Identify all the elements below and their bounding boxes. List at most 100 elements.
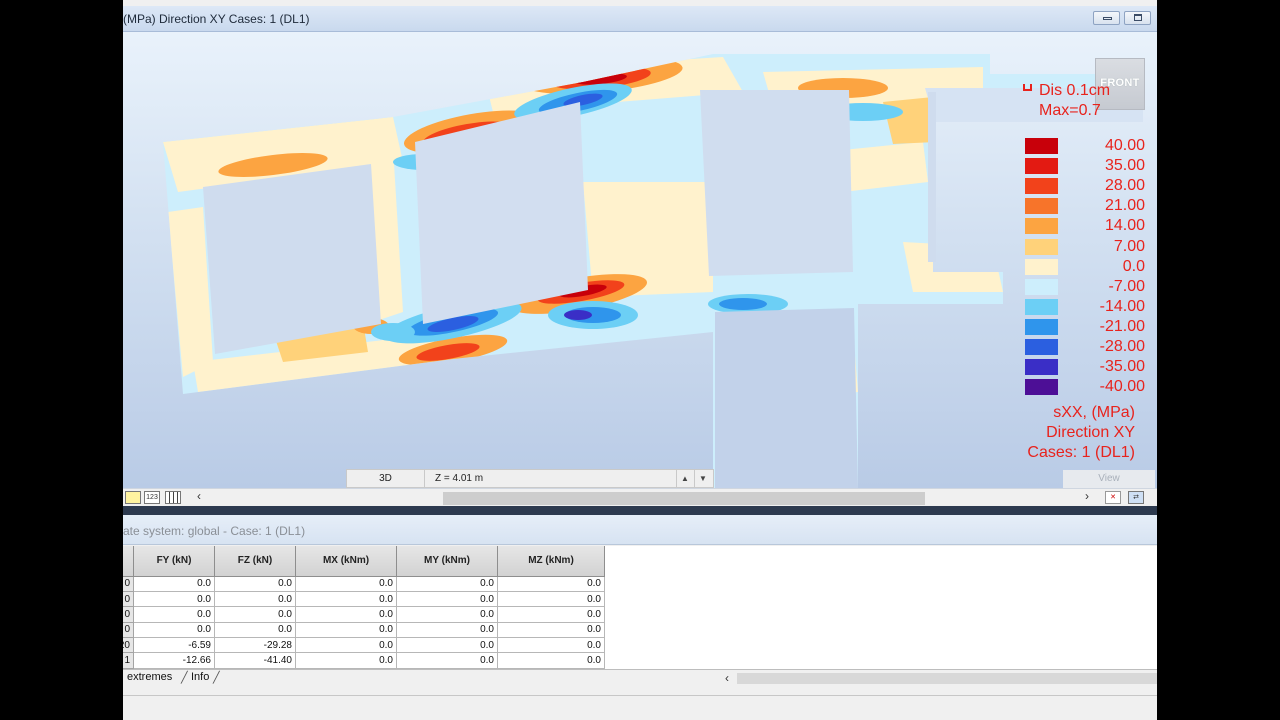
minimize-button[interactable]: [1093, 11, 1120, 25]
link-icon[interactable]: ⇄: [1128, 491, 1144, 504]
opening-3: [700, 90, 853, 276]
column-header[interactable]: MZ (kNm): [497, 546, 605, 577]
table-cell[interactable]: 0.0: [396, 575, 498, 592]
table-cell[interactable]: 0.0: [295, 621, 397, 639]
results-table: FY (kN) FZ (kN) MX (kNm) MY (kNm) MZ (kN…: [123, 546, 605, 669]
viewport-toolbar: 123 ‹ › ✕ ⇄: [123, 488, 1157, 506]
view-title: (MPa) Direction XY Cases: 1 (DL1): [123, 12, 310, 26]
column-header[interactable]: MX (kNm): [295, 546, 397, 577]
legend-value: -40.00: [1099, 378, 1145, 396]
table-cell[interactable]: 0.0: [396, 652, 498, 669]
table-row[interactable]: 0 0.0 0.0 0.0 0.0 0.0: [123, 621, 605, 639]
table-cell[interactable]: 0.0: [133, 590, 215, 608]
row-number: 0: [123, 575, 134, 592]
opening-1: [203, 164, 381, 354]
legend-caption-quantity: sXX, (MPa): [1053, 404, 1135, 421]
table-cell[interactable]: 0.0: [396, 606, 498, 623]
table-cell[interactable]: 0.0: [497, 590, 605, 608]
row-number: 0: [123, 606, 134, 623]
table-cell[interactable]: 0.0: [497, 575, 605, 592]
opening-6: [928, 92, 936, 262]
table-scroll-left-icon[interactable]: ‹: [725, 671, 729, 685]
table-cell[interactable]: 0.0: [214, 621, 296, 639]
legend-swatch: [1025, 138, 1058, 154]
results-tabs-bar: extremes ╱ Info ╱ ‹: [123, 669, 1157, 688]
opening-4: [715, 308, 858, 488]
table-cell[interactable]: 0.0: [295, 652, 397, 669]
table-cell[interactable]: 0.0: [396, 590, 498, 608]
table-horizontal-scrollbar[interactable]: ‹: [721, 670, 1157, 687]
legend-value: -21.00: [1099, 317, 1145, 335]
legend-value: 28.00: [1104, 177, 1145, 195]
z-down-arrow-icon[interactable]: ▼: [694, 470, 711, 487]
results-panel-title: ate system: global - Case: 1 (DL1): [123, 524, 306, 538]
maximize-button[interactable]: [1124, 11, 1151, 25]
legend-value: -28.00: [1099, 338, 1145, 355]
scroll-right-icon[interactable]: ›: [1085, 489, 1089, 503]
table-cell[interactable]: 0.0: [295, 637, 397, 654]
3d-button[interactable]: 3D: [347, 470, 425, 487]
minimize-icon: [1103, 17, 1112, 20]
column-header[interactable]: FZ (kN): [214, 546, 296, 577]
table-cell[interactable]: 0.0: [295, 575, 397, 592]
table-cell[interactable]: 0.0: [396, 637, 498, 654]
maximize-icon: [1134, 14, 1142, 21]
legend-swatch: [1025, 379, 1058, 396]
table-cell[interactable]: 0.0: [396, 621, 498, 639]
panel-splitter[interactable]: [123, 506, 1157, 515]
table-row[interactable]: 0 0.0 0.0 0.0 0.0 0.0: [123, 575, 605, 592]
table-cell[interactable]: 0.0: [497, 637, 605, 654]
column-header[interactable]: FY (kN): [133, 546, 215, 577]
scroll-thumb[interactable]: [443, 492, 925, 505]
scroll-left-icon[interactable]: ‹: [197, 489, 201, 503]
legend-value: 21.00: [1104, 197, 1145, 215]
z-up-arrow-icon[interactable]: ▲: [676, 470, 693, 487]
table-cell[interactable]: 0.0: [133, 575, 215, 592]
legend-dis-label: Dis 0.1cm: [1039, 82, 1111, 99]
displacement-icon: [1023, 84, 1032, 91]
legend-max-label: Max=0.7: [1039, 102, 1101, 119]
table-cell[interactable]: 0.0: [497, 606, 605, 623]
table-cell[interactable]: 0.0: [133, 606, 215, 623]
table-cell[interactable]: 0.0: [295, 590, 397, 608]
stress-map-viewport[interactable]: FRONT Dis 0.1cm Max=0.7 40.00 35.00 28.00 2…: [123, 32, 1157, 488]
table-cell[interactable]: 0.0: [295, 606, 397, 623]
row-number: 0: [123, 621, 134, 639]
view-title-bar: (MPa) Direction XY Cases: 1 (DL1): [123, 6, 1157, 32]
table-cell[interactable]: -6.59: [133, 637, 215, 654]
table-cell[interactable]: 0.0: [497, 652, 605, 669]
table-row[interactable]: 1 -12.66 -41.40 0.0 0.0 0.0: [123, 652, 605, 669]
legend-swatch: [1025, 318, 1058, 335]
table-row[interactable]: 0 0.0 0.0 0.0 0.0 0.0: [123, 606, 605, 623]
legend-swatch: [1025, 298, 1058, 315]
tab-info[interactable]: Info: [191, 671, 209, 683]
number-icon[interactable]: 123: [144, 491, 160, 504]
table-cell[interactable]: 0.0: [497, 621, 605, 639]
row-number: 20: [123, 637, 134, 654]
delete-view-icon[interactable]: ✕: [1105, 491, 1121, 504]
column-header[interactable]: MY (kNm): [396, 546, 498, 577]
application-window: (MPa) Direction XY Cases: 1 (DL1) FRONT …: [123, 0, 1157, 720]
table-cell[interactable]: -41.40: [214, 652, 296, 669]
layer-icon[interactable]: [125, 491, 141, 504]
results-table-body: 0 0.0 0.0 0.0 0.0 0.0 0 0.0 0.0 0.0 0.0 0.0 0 0.0 0.0 0…: [123, 575, 605, 669]
table-scroll-track[interactable]: [737, 673, 1157, 684]
legend-value: -7.00: [1108, 277, 1145, 295]
viewport-horizontal-scrollbar[interactable]: ‹ ›: [197, 489, 1089, 505]
tab-extremes[interactable]: extremes: [127, 671, 172, 683]
table-cell[interactable]: 0.0: [214, 575, 296, 592]
table-cell[interactable]: 0.0: [214, 606, 296, 623]
legend-swatch: [1025, 339, 1058, 355]
legend-swatch: [1025, 278, 1058, 295]
table-cell[interactable]: 0.0: [214, 590, 296, 608]
table-cell[interactable]: -29.28: [214, 637, 296, 654]
legend-value: -35.00: [1099, 358, 1145, 376]
legend-value: 0.0: [1122, 257, 1145, 275]
table-cell[interactable]: -12.66: [133, 652, 215, 669]
stress-map: [163, 54, 1143, 488]
grid-icon[interactable]: [165, 491, 181, 504]
table-row[interactable]: 0 0.0 0.0 0.0 0.0 0.0: [123, 590, 605, 608]
table-row[interactable]: 20-6.59-29.280.00.00.0: [123, 637, 605, 654]
table-cell[interactable]: 0.0: [133, 621, 215, 639]
results-table-container: FY (kN) FZ (kN) MX (kNm) MY (kNm) MZ (kN…: [123, 546, 1157, 670]
